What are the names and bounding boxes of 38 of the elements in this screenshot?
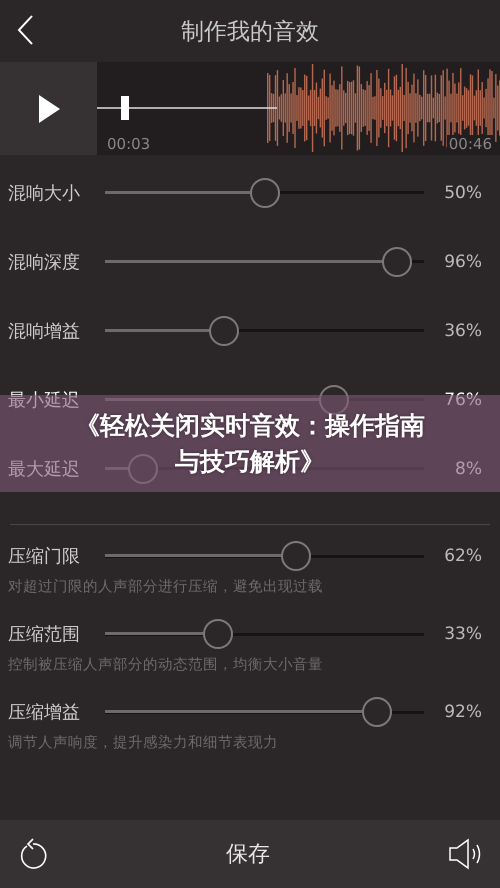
banner-title: 《轻松关闭实时音效：操作指南 [75,410,425,442]
slider-thumb[interactable] [209,316,240,346]
speaker-icon [448,838,482,870]
slider-value: 92% [443,702,482,722]
slider-description: 控制被压缩人声部分的动态范围，均衡大小音量 [7,656,324,674]
slider-thumb[interactable] [250,178,280,208]
slider-value: 36% [443,320,482,340]
slider-thumb[interactable] [128,454,158,484]
window-title: 制作我的音效 [181,18,319,46]
slider-thumb[interactable] [318,384,349,414]
slider-value: 76% [443,390,482,410]
slider-label: 压缩门限 [8,545,81,568]
play-icon [36,94,60,124]
banner-title: 与技巧解析》 [175,446,325,478]
sound-button[interactable] [448,838,482,870]
slider-value: 96% [443,252,482,272]
save-button[interactable]: 保存 [220,838,276,870]
slider-thumb[interactable] [382,246,412,276]
slider-label: 压缩范围 [8,623,81,646]
reset-button[interactable] [18,838,48,870]
undo-icon [18,838,48,870]
slider-thumb[interactable] [281,541,312,571]
playhead-handle[interactable] [121,96,129,120]
slider-label: 混响大小 [8,182,81,204]
play-button[interactable] [0,62,97,155]
slider-label: 最大延迟 [8,458,81,480]
slider-description: 调节人声响度，提升感染力和细节表现力 [7,734,279,752]
slider-value: 62% [443,546,482,566]
slider-label: 混响深度 [8,250,81,274]
slider-value: 8% [454,458,482,478]
slider-thumb[interactable] [362,697,392,727]
slider-thumb[interactable] [203,619,234,649]
slider-description: 对超过门限的人声部分进行压缩，避免出现过载 [7,578,324,596]
slider-value: 33% [443,624,482,644]
slider-value: 50% [443,182,482,202]
slider-label: 压缩增益 [8,701,81,724]
slider-label: 最小延迟 [8,388,81,412]
slider-label: 混响增益 [8,320,81,342]
